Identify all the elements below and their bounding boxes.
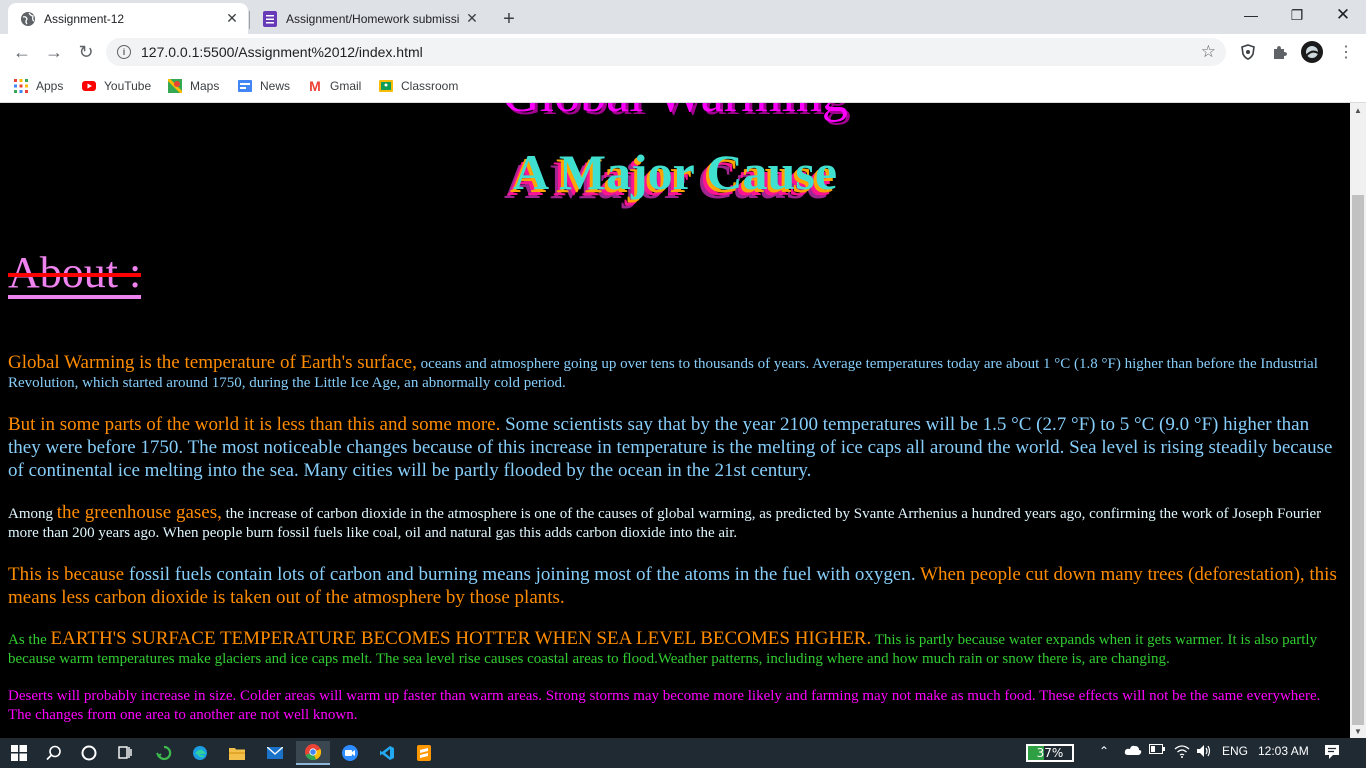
paragraph-1-lead: Global Warming is the temperature of Ear…: [8, 352, 417, 373]
scrollbar-thumb[interactable]: [1352, 195, 1364, 725]
tab-title: Assignment/Homework submissi: [286, 11, 460, 26]
tab-title: Assignment-12: [44, 11, 125, 26]
bookmarks-bar: Apps YouTube Maps News M Gmail Classroom: [0, 70, 1366, 103]
windows-start-icon[interactable]: [2, 741, 36, 765]
bookmark-label: Gmail: [330, 79, 362, 93]
close-icon[interactable]: ✕: [464, 10, 480, 27]
paragraph-2: But in some parts of the world it is les…: [8, 413, 1342, 482]
clock[interactable]: 12:03 AM: [1258, 744, 1309, 758]
forward-button[interactable]: →: [40, 38, 68, 66]
back-button[interactable]: ←: [8, 38, 36, 66]
address-bar[interactable]: i 127.0.0.1:5500/Assignment%2012/index.h…: [106, 38, 1226, 66]
strikethrough-line: [8, 273, 142, 277]
paragraph-4: This is because fossil fuels contain lot…: [8, 563, 1342, 609]
news-icon: [238, 79, 252, 93]
reload-button[interactable]: ↻: [72, 38, 100, 66]
bookmark-star-icon[interactable]: ☆: [1201, 42, 1216, 62]
page-subtitle: A Major Cause: [512, 144, 838, 200]
edge-browser-icon[interactable]: [183, 741, 217, 765]
page-title: Global Warming: [0, 103, 1350, 124]
minimize-button[interactable]: —: [1228, 0, 1274, 30]
maps-pin-icon: [168, 79, 182, 93]
battery-tray-icon[interactable]: [1149, 744, 1165, 754]
vscode-icon[interactable]: [370, 741, 404, 765]
bookmark-youtube[interactable]: YouTube: [82, 76, 151, 96]
close-window-button[interactable]: ✕: [1320, 0, 1366, 30]
menu-kebab-icon[interactable]: ⋮: [1335, 41, 1357, 63]
bookmark-gmail[interactable]: M Gmail: [308, 76, 361, 96]
paragraph-4-part-a: This is because: [8, 564, 125, 585]
scroll-up-arrow[interactable]: ▲: [1350, 103, 1366, 117]
paragraph-3-part-b: the greenhouse gases,: [56, 502, 222, 523]
paragraph-6: Deserts will probably increase in size. …: [8, 688, 1321, 723]
volume-icon[interactable]: [1196, 744, 1212, 758]
search-icon[interactable]: [37, 741, 71, 765]
paragraph-1: Global Warming is the temperature of Ear…: [8, 353, 1342, 393]
paragraph-5-part-a: As the: [8, 632, 51, 648]
shield-extension-icon[interactable]: [1237, 41, 1259, 63]
info-icon[interactable]: i: [117, 45, 131, 59]
globe-icon: [20, 11, 36, 27]
paragraph-4-part-b: fossil fuels contain lots of carbon and …: [124, 564, 916, 585]
language-indicator[interactable]: ENG: [1222, 744, 1248, 758]
sublime-text-icon[interactable]: [407, 741, 441, 765]
profile-avatar[interactable]: [1301, 41, 1323, 63]
scroll-down-arrow[interactable]: ▼: [1350, 724, 1366, 738]
zoom-icon[interactable]: [333, 741, 367, 765]
wifi-icon[interactable]: [1174, 744, 1190, 758]
tab-assignment-12[interactable]: Assignment-12 ✕: [8, 3, 248, 34]
bookmark-label: News: [260, 79, 291, 93]
bookmark-apps[interactable]: Apps: [14, 76, 63, 96]
new-tab-button[interactable]: +: [495, 5, 523, 33]
bookmark-label: Apps: [36, 79, 64, 93]
extensions-puzzle-icon[interactable]: [1269, 41, 1291, 63]
battery-indicator[interactable]: 37%: [1026, 744, 1074, 762]
paragraph-3-part-a: Among: [8, 506, 57, 522]
show-hidden-icons[interactable]: ⌃: [1099, 744, 1109, 758]
bookmark-label: Classroom: [401, 79, 459, 93]
refresh-app-icon[interactable]: [147, 741, 181, 765]
cortana-icon[interactable]: [72, 741, 106, 765]
paragraph-3: Among the greenhouse gases, the increase…: [8, 503, 1342, 543]
paragraph-5: As the EARTH'S SURFACE TEMPERATURE BECOM…: [8, 629, 1342, 669]
paragraph-2-part-c: The most noticeable changes because of t…: [183, 437, 1065, 458]
vertical-scrollbar[interactable]: ▲ ▼: [1350, 103, 1366, 738]
bookmark-news[interactable]: News: [238, 76, 290, 96]
onedrive-cloud-icon[interactable]: [1124, 744, 1142, 756]
classroom-icon: [379, 79, 393, 93]
url-text[interactable]: 127.0.0.1:5500/Assignment%2012/index.htm…: [141, 44, 1201, 60]
file-explorer-icon[interactable]: [220, 741, 254, 765]
forms-icon: [262, 10, 278, 27]
close-icon[interactable]: ✕: [224, 10, 240, 27]
tab-strip: Assignment-12 ✕ Assignment/Homework subm…: [0, 0, 1366, 34]
bookmark-label: YouTube: [104, 79, 152, 93]
chrome-icon[interactable]: [296, 741, 330, 765]
web-page: Global Warming A Major Cause About : Glo…: [0, 103, 1350, 738]
apps-grid-icon: [14, 79, 28, 93]
browser-toolbar: ← → ↻ i 127.0.0.1:5500/Assignment%2012/i…: [0, 34, 1366, 70]
paragraph-5-part-b: EARTH'S SURFACE TEMPERATURE BECOMES HOTT…: [50, 628, 872, 649]
paragraph-2-part-a: But in some parts of the world it is les…: [8, 414, 501, 435]
notification-center-icon[interactable]: [1324, 744, 1340, 760]
bookmark-classroom[interactable]: Classroom: [379, 76, 458, 96]
mail-icon[interactable]: [258, 741, 292, 765]
bookmark-label: Maps: [190, 79, 220, 93]
about-heading: About :: [8, 251, 142, 299]
task-view-icon[interactable]: [108, 741, 142, 765]
gmail-icon: M: [309, 78, 321, 94]
windows-taskbar: 37% ⌃ ENG 12:03 AM: [0, 738, 1366, 768]
bookmark-maps[interactable]: Maps: [168, 76, 219, 96]
tab-homework-submission[interactable]: Assignment/Homework submissi ✕: [250, 3, 488, 34]
battery-percent: 37%: [1036, 746, 1064, 760]
restore-button[interactable]: ❐: [1274, 0, 1320, 30]
youtube-icon: [82, 79, 96, 93]
